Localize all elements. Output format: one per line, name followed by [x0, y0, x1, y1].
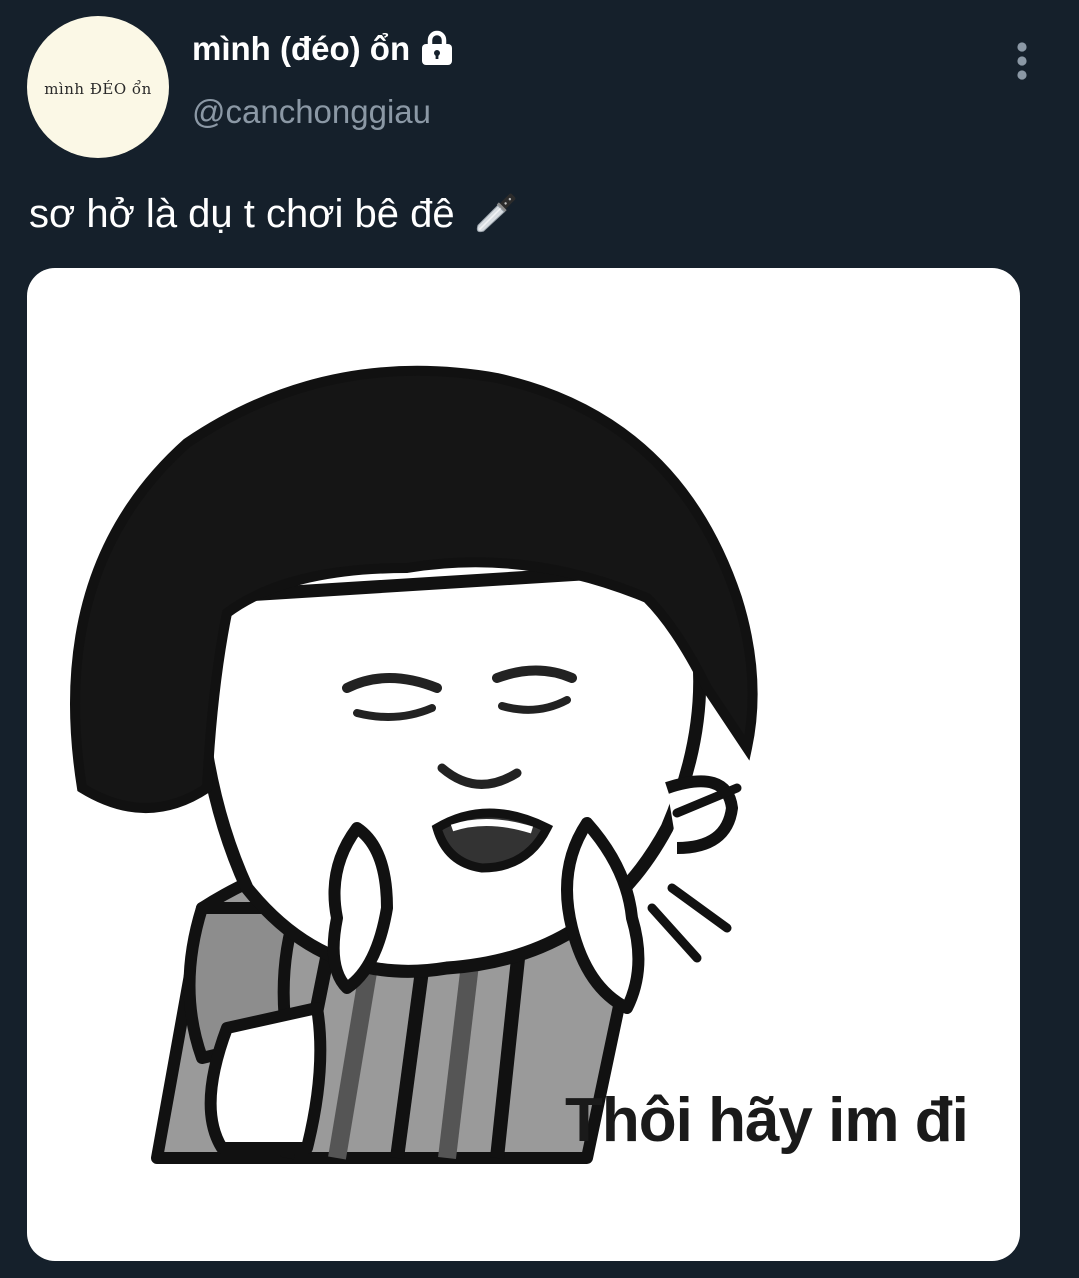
- more-vertical-icon[interactable]: [1006, 40, 1038, 84]
- user-handle[interactable]: @canchonggiau: [192, 95, 431, 128]
- tweet: mình ĐÉO ổn mình (đéo) ổn @canchonggiau …: [0, 0, 1079, 1278]
- display-name[interactable]: mình (đéo) ổn: [192, 32, 410, 65]
- avatar[interactable]: mình ĐÉO ổn: [27, 16, 169, 158]
- meme-caption: Thôi hãy im đi: [565, 1086, 969, 1155]
- lock-icon: [420, 30, 454, 66]
- tweet-text: sơ hở là dụ t chơi bê đê: [29, 192, 455, 236]
- display-name-row: mình (đéo) ổn: [192, 30, 454, 66]
- tweet-text-row: sơ hở là dụ t chơi bê đê: [29, 186, 523, 242]
- tweet-media-image[interactable]: Thôi hãy im đi: [27, 268, 1020, 1261]
- avatar-text: mình ĐÉO ổn: [44, 80, 152, 98]
- knife-icon: [467, 186, 523, 242]
